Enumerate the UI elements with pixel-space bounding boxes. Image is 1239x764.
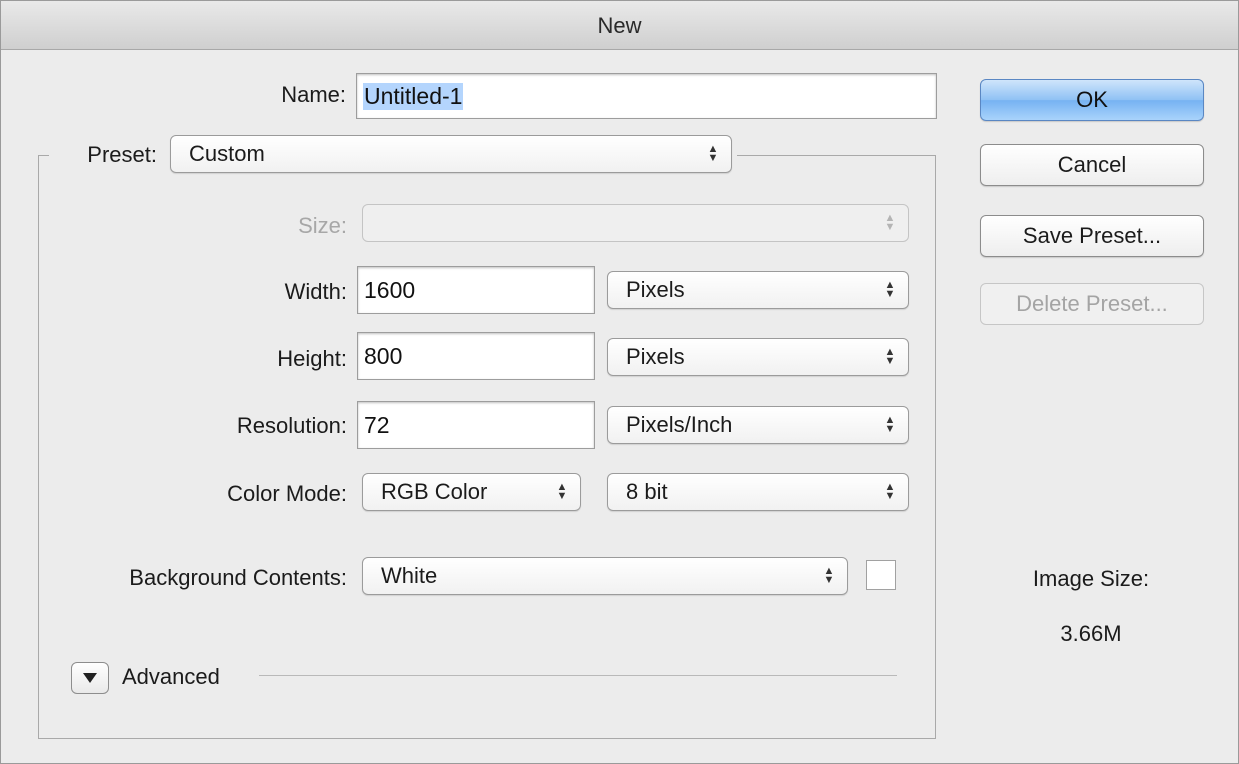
advanced-label: Advanced <box>122 664 220 689</box>
bit-depth-value: 8 bit <box>626 479 668 504</box>
preset-popup[interactable]: Custom ▲ ▼ <box>170 135 732 173</box>
name-field[interactable]: Untitled-1 <box>356 73 937 119</box>
name-field-value: Untitled-1 <box>363 82 464 110</box>
color-mode-value: RGB Color <box>381 479 488 504</box>
width-unit-popup[interactable]: Pixels ▲ ▼ <box>607 271 909 309</box>
background-contents-label: Background Contents: <box>129 565 347 590</box>
width-field[interactable]: 1600 <box>357 266 595 314</box>
popup-arrows-icon: ▲ ▼ <box>823 565 835 586</box>
name-label: Name: <box>281 82 346 107</box>
width-label: Width: <box>284 279 347 304</box>
width-unit-value: Pixels <box>626 277 685 302</box>
advanced-divider <box>259 675 897 676</box>
height-unit-popup[interactable]: Pixels ▲ ▼ <box>607 338 909 376</box>
background-contents-popup[interactable]: White ▲ ▼ <box>362 557 848 595</box>
popup-arrows-icon: ▲ ▼ <box>884 279 896 300</box>
resolution-field[interactable]: 72 <box>357 401 595 449</box>
resolution-unit-value: Pixels/Inch <box>626 412 733 437</box>
resolution-field-value: 72 <box>364 411 390 438</box>
popup-arrows-icon: ▲ ▼ <box>884 346 896 367</box>
height-field-value: 800 <box>364 342 403 369</box>
delete-preset-button[interactable]: Delete Preset... <box>980 283 1204 325</box>
window-title: New <box>1 1 1238 50</box>
popup-arrows-icon: ▲ ▼ <box>884 212 896 233</box>
image-size-value: 3.66M <box>1060 621 1122 646</box>
popup-arrows-icon: ▲ ▼ <box>884 481 896 502</box>
color-mode-popup[interactable]: RGB Color ▲ ▼ <box>362 473 581 511</box>
size-label: Size: <box>298 213 347 238</box>
bit-depth-popup[interactable]: 8 bit ▲ ▼ <box>607 473 909 511</box>
preset-value: Custom <box>189 141 265 166</box>
popup-arrows-icon: ▲ ▼ <box>707 143 719 164</box>
preset-label: Preset: <box>87 142 157 167</box>
resolution-unit-popup[interactable]: Pixels/Inch ▲ ▼ <box>607 406 909 444</box>
save-preset-button[interactable]: Save Preset... <box>980 215 1204 257</box>
color-mode-label: Color Mode: <box>227 481 347 506</box>
size-popup[interactable]: ▲ ▼ <box>362 204 909 242</box>
background-color-swatch[interactable] <box>866 560 896 590</box>
background-contents-value: White <box>381 563 438 588</box>
popup-arrows-icon: ▲ ▼ <box>556 481 568 502</box>
new-document-dialog: New Name: Untitled-1 Preset: Custom ▲ ▼ S… <box>0 0 1239 764</box>
height-label: Height: <box>277 346 347 371</box>
width-field-value: 1600 <box>364 276 416 303</box>
image-size-label: Image Size: <box>1032 566 1150 591</box>
ok-button[interactable]: OK <box>980 79 1204 121</box>
cancel-button[interactable]: Cancel <box>980 144 1204 186</box>
height-field[interactable]: 800 <box>357 332 595 380</box>
disclosure-triangle-icon <box>83 673 97 683</box>
advanced-disclosure-button[interactable] <box>71 662 109 694</box>
popup-arrows-icon: ▲ ▼ <box>884 414 896 435</box>
resolution-label: Resolution: <box>236 413 347 438</box>
height-unit-value: Pixels <box>626 344 685 369</box>
